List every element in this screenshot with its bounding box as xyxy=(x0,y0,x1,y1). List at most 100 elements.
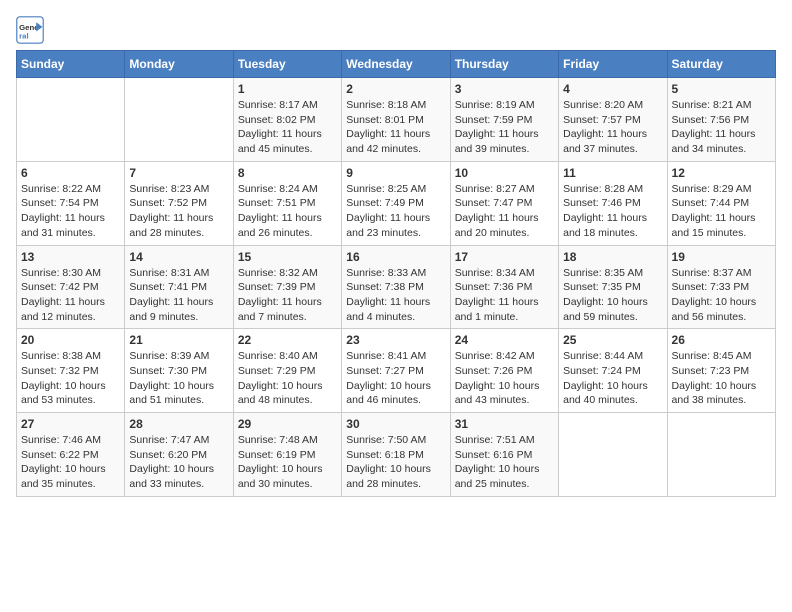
day-info: Sunrise: 8:20 AM Sunset: 7:57 PM Dayligh… xyxy=(563,98,662,157)
calendar-cell: 3Sunrise: 8:19 AM Sunset: 7:59 PM Daylig… xyxy=(450,78,558,162)
day-number: 13 xyxy=(21,250,120,264)
day-number: 16 xyxy=(346,250,445,264)
day-number: 2 xyxy=(346,82,445,96)
day-number: 1 xyxy=(238,82,337,96)
day-of-week-header: Sunday xyxy=(17,51,125,78)
calendar-cell: 27 Sunrise: 7:46 AM Sunset: 6:22 PM Dayli… xyxy=(17,413,125,497)
day-of-week-header: Thursday xyxy=(450,51,558,78)
day-number: 19 xyxy=(672,250,771,264)
calendar-cell: 2 Sunrise: 8:18 AM Sunset: 8:01 PM Daylig… xyxy=(342,78,450,162)
logo: Gene ral xyxy=(16,16,48,44)
day-number: 31 xyxy=(455,417,554,431)
day-info: Sunrise: 8:30 AM Sunset: 7:42 PM Dayligh… xyxy=(21,266,120,325)
day-number: 17 xyxy=(455,250,554,264)
calendar-cell: 31 Sunrise: 7:51 AM Sunset: 6:16 PM Dayli… xyxy=(450,413,558,497)
day-info: Sunrise: 8:24 AM Sunset: 7:51 PM Dayligh… xyxy=(238,182,337,241)
day-of-week-header: Tuesday xyxy=(233,51,341,78)
svg-text:ral: ral xyxy=(19,32,29,41)
day-info: Sunrise: 8:33 AM Sunset: 7:38 PM Dayligh… xyxy=(346,266,445,325)
day-info: Sunrise: 7:51 AM Sunset: 6:16 PM Dayligh… xyxy=(455,433,554,492)
day-number: 15 xyxy=(238,250,337,264)
calendar-cell: 18Sunrise: 8:35 AM Sunset: 7:35 PM Dayli… xyxy=(559,245,667,329)
day-info: Sunrise: 7:46 AM Sunset: 6:22 PM Dayligh… xyxy=(21,433,120,492)
calendar-cell: 29 Sunrise: 7:48 AM Sunset: 6:19 PM Dayli… xyxy=(233,413,341,497)
day-number: 4 xyxy=(563,82,662,96)
day-number: 22 xyxy=(238,333,337,347)
day-info: Sunrise: 8:44 AM Sunset: 7:24 PM Dayligh… xyxy=(563,349,662,408)
day-info: Sunrise: 8:34 AM Sunset: 7:36 PM Dayligh… xyxy=(455,266,554,325)
day-info: Sunrise: 8:27 AM Sunset: 7:47 PM Dayligh… xyxy=(455,182,554,241)
day-info: Sunrise: 8:38 AM Sunset: 7:32 PM Dayligh… xyxy=(21,349,120,408)
day-number: 27 xyxy=(21,417,120,431)
calendar-cell: 25Sunrise: 8:44 AM Sunset: 7:24 PM Dayli… xyxy=(559,329,667,413)
calendar-cell: 8 Sunrise: 8:24 AM Sunset: 7:51 PM Daylig… xyxy=(233,161,341,245)
day-number: 20 xyxy=(21,333,120,347)
day-number: 24 xyxy=(455,333,554,347)
day-info: Sunrise: 8:29 AM Sunset: 7:44 PM Dayligh… xyxy=(672,182,771,241)
day-info: Sunrise: 8:45 AM Sunset: 7:23 PM Dayligh… xyxy=(672,349,771,408)
day-number: 26 xyxy=(672,333,771,347)
calendar-week-row: 20 Sunrise: 8:38 AM Sunset: 7:32 PM Dayli… xyxy=(17,329,776,413)
day-of-week-header: Friday xyxy=(559,51,667,78)
calendar-cell: 26 Sunrise: 8:45 AM Sunset: 7:23 PM Dayli… xyxy=(667,329,775,413)
day-info: Sunrise: 8:31 AM Sunset: 7:41 PM Dayligh… xyxy=(129,266,228,325)
calendar-cell: 23 Sunrise: 8:41 AM Sunset: 7:27 PM Dayli… xyxy=(342,329,450,413)
day-number: 23 xyxy=(346,333,445,347)
day-info: Sunrise: 8:37 AM Sunset: 7:33 PM Dayligh… xyxy=(672,266,771,325)
day-info: Sunrise: 7:50 AM Sunset: 6:18 PM Dayligh… xyxy=(346,433,445,492)
calendar-header-row: SundayMondayTuesdayWednesdayThursdayFrid… xyxy=(17,51,776,78)
day-info: Sunrise: 8:42 AM Sunset: 7:26 PM Dayligh… xyxy=(455,349,554,408)
calendar-cell xyxy=(559,413,667,497)
day-of-week-header: Monday xyxy=(125,51,233,78)
day-info: Sunrise: 8:19 AM Sunset: 7:59 PM Dayligh… xyxy=(455,98,554,157)
day-number: 28 xyxy=(129,417,228,431)
calendar-cell: 24 Sunrise: 8:42 AM Sunset: 7:26 PM Dayli… xyxy=(450,329,558,413)
calendar-week-row: 27 Sunrise: 7:46 AM Sunset: 6:22 PM Dayli… xyxy=(17,413,776,497)
day-of-week-header: Saturday xyxy=(667,51,775,78)
calendar-cell: 1Sunrise: 8:17 AM Sunset: 8:02 PM Daylig… xyxy=(233,78,341,162)
calendar-cell: 12Sunrise: 8:29 AM Sunset: 7:44 PM Dayli… xyxy=(667,161,775,245)
day-info: Sunrise: 7:48 AM Sunset: 6:19 PM Dayligh… xyxy=(238,433,337,492)
day-number: 6 xyxy=(21,166,120,180)
calendar-cell: 20 Sunrise: 8:38 AM Sunset: 7:32 PM Dayli… xyxy=(17,329,125,413)
calendar-cell: 7Sunrise: 8:23 AM Sunset: 7:52 PM Daylig… xyxy=(125,161,233,245)
day-number: 5 xyxy=(672,82,771,96)
calendar-cell: 28 Sunrise: 7:47 AM Sunset: 6:20 PM Dayli… xyxy=(125,413,233,497)
day-number: 14 xyxy=(129,250,228,264)
calendar-cell: 10 Sunrise: 8:27 AM Sunset: 7:47 PM Dayli… xyxy=(450,161,558,245)
calendar-week-row: 1Sunrise: 8:17 AM Sunset: 8:02 PM Daylig… xyxy=(17,78,776,162)
calendar-cell: 19 Sunrise: 8:37 AM Sunset: 7:33 PM Dayli… xyxy=(667,245,775,329)
day-number: 9 xyxy=(346,166,445,180)
day-number: 18 xyxy=(563,250,662,264)
day-info: Sunrise: 8:22 AM Sunset: 7:54 PM Dayligh… xyxy=(21,182,120,241)
calendar-cell: 21 Sunrise: 8:39 AM Sunset: 7:30 PM Dayli… xyxy=(125,329,233,413)
day-number: 11 xyxy=(563,166,662,180)
page-header: Gene ral xyxy=(16,16,776,44)
logo-icon: Gene ral xyxy=(16,16,44,44)
calendar-cell: 15Sunrise: 8:32 AM Sunset: 7:39 PM Dayli… xyxy=(233,245,341,329)
calendar-cell: 30Sunrise: 7:50 AM Sunset: 6:18 PM Dayli… xyxy=(342,413,450,497)
calendar-cell: 22Sunrise: 8:40 AM Sunset: 7:29 PM Dayli… xyxy=(233,329,341,413)
calendar-week-row: 6 Sunrise: 8:22 AM Sunset: 7:54 PM Daylig… xyxy=(17,161,776,245)
calendar-week-row: 13 Sunrise: 8:30 AM Sunset: 7:42 PM Dayli… xyxy=(17,245,776,329)
calendar-table: SundayMondayTuesdayWednesdayThursdayFrid… xyxy=(16,50,776,497)
calendar-cell xyxy=(667,413,775,497)
calendar-cell: 17 Sunrise: 8:34 AM Sunset: 7:36 PM Dayli… xyxy=(450,245,558,329)
calendar-cell: 6 Sunrise: 8:22 AM Sunset: 7:54 PM Daylig… xyxy=(17,161,125,245)
day-info: Sunrise: 7:47 AM Sunset: 6:20 PM Dayligh… xyxy=(129,433,228,492)
calendar-cell: 9 Sunrise: 8:25 AM Sunset: 7:49 PM Daylig… xyxy=(342,161,450,245)
day-info: Sunrise: 8:39 AM Sunset: 7:30 PM Dayligh… xyxy=(129,349,228,408)
day-info: Sunrise: 8:25 AM Sunset: 7:49 PM Dayligh… xyxy=(346,182,445,241)
calendar-cell: 16 Sunrise: 8:33 AM Sunset: 7:38 PM Dayli… xyxy=(342,245,450,329)
calendar-cell: 5 Sunrise: 8:21 AM Sunset: 7:56 PM Daylig… xyxy=(667,78,775,162)
day-info: Sunrise: 8:21 AM Sunset: 7:56 PM Dayligh… xyxy=(672,98,771,157)
day-info: Sunrise: 8:18 AM Sunset: 8:01 PM Dayligh… xyxy=(346,98,445,157)
day-number: 21 xyxy=(129,333,228,347)
calendar-cell: 4 Sunrise: 8:20 AM Sunset: 7:57 PM Daylig… xyxy=(559,78,667,162)
day-number: 29 xyxy=(238,417,337,431)
day-info: Sunrise: 8:41 AM Sunset: 7:27 PM Dayligh… xyxy=(346,349,445,408)
day-number: 8 xyxy=(238,166,337,180)
day-number: 10 xyxy=(455,166,554,180)
svg-text:Gene: Gene xyxy=(19,23,39,32)
day-of-week-header: Wednesday xyxy=(342,51,450,78)
